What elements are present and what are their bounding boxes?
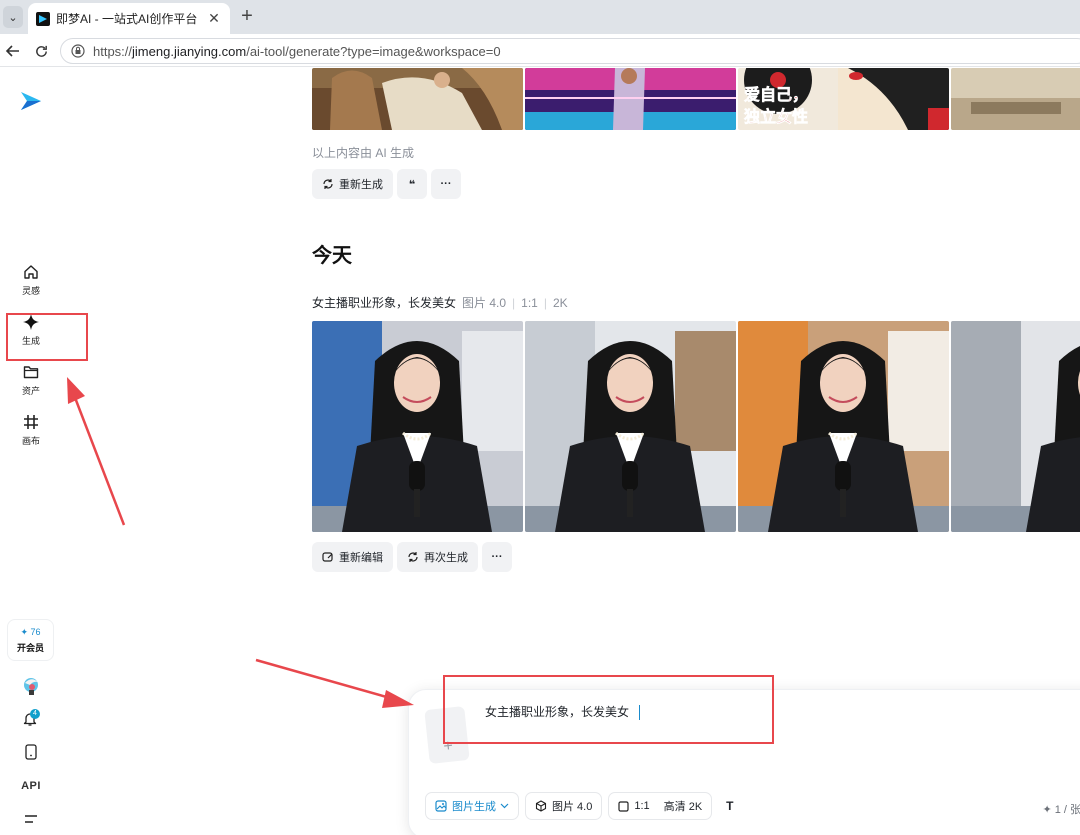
tab-list-chevron-icon[interactable]: ⌄ (3, 6, 23, 28)
address-bar: https://jimeng.jianying.com/ai-tool/gene… (0, 34, 1080, 67)
canvas-icon (23, 412, 39, 432)
divider: | (512, 295, 516, 310)
notification-badge: 4 (30, 709, 40, 719)
mobile-app-icon[interactable] (19, 740, 43, 764)
svg-text:独立女性: 独立女性 (744, 107, 808, 126)
sidebar-item-assets[interactable]: 资产 (8, 358, 54, 400)
api-label: API (21, 780, 41, 792)
generated-image[interactable] (525, 68, 736, 130)
aspect-ratio-icon (618, 800, 629, 812)
ratio-label: 1:1 (634, 800, 650, 812)
resolution-tag: 2K (552, 295, 568, 310)
url-field[interactable]: https://jimeng.jianying.com/ai-tool/gene… (60, 38, 1080, 64)
membership-credits-button[interactable]: ✦ 76 开会员 (7, 619, 54, 661)
chevron-down-icon (500, 800, 509, 812)
browser-tab-bar: ⌄ 即梦AI - 一站式AI创作平台 ✕ + (0, 0, 1080, 34)
reedit-button[interactable]: 重新编辑 (312, 542, 393, 572)
jimeng-favicon-icon (36, 11, 50, 26)
new-tab-plus-icon[interactable]: + (236, 6, 258, 28)
reload-icon[interactable] (30, 40, 52, 62)
ai-generated-note: 以上内容由 AI 生成 (312, 146, 415, 160)
regenerate-button[interactable]: 重新生成 (312, 169, 393, 199)
site-info-icon[interactable] (69, 42, 87, 60)
regenerate-label: 重新生成 (339, 179, 383, 191)
previous-image-row: 爱自己， 独立女性 (312, 68, 1080, 130)
quote-icon: ❝ (408, 178, 416, 191)
svg-text:爱自己，: 爱自己， (744, 85, 808, 104)
sidebar-item-label: 灵感 (21, 285, 40, 296)
home-icon (23, 262, 39, 282)
prompt-text[interactable]: 女主播职业形象，长发美女 (312, 294, 456, 311)
model-label: 图片 4.0 (552, 801, 593, 813)
refresh-icon (407, 551, 419, 563)
divider: | (543, 295, 547, 310)
text-style-icon: T (726, 799, 734, 813)
folder-icon (23, 362, 39, 382)
user-avatar[interactable] (19, 674, 43, 698)
model-select[interactable]: 图片 4.0 (525, 792, 603, 820)
generated-image[interactable] (525, 321, 736, 532)
generated-image[interactable] (951, 321, 1080, 532)
generated-image[interactable] (312, 68, 523, 130)
regenerate-again-button[interactable]: 再次生成 (397, 542, 478, 572)
menu-icon[interactable] (19, 807, 43, 831)
generated-image[interactable] (738, 321, 949, 532)
regenerate-again-label: 再次生成 (424, 552, 468, 564)
ratio-tag: 1:1 (521, 295, 538, 310)
sidebar-item-canvas[interactable]: 画布 (8, 408, 54, 450)
jimeng-logo-icon[interactable] (18, 88, 44, 114)
model-tag: 图片 4.0 (462, 296, 507, 310)
image-gen-icon (435, 800, 447, 812)
tab-close-icon[interactable]: ✕ (206, 10, 222, 27)
generation-prompt-line: 女主播职业形象，长发美女 图片 4.0 | 1:1 | 2K (312, 294, 568, 311)
generated-image[interactable] (312, 321, 523, 532)
mode-label: 图片生成 (452, 801, 496, 813)
ratio-quality-select[interactable]: 1:1 高清 2K (608, 792, 713, 820)
left-sidebar: 灵感 生成 资产 画布 ✦ 76 开会员 4 API (0, 68, 62, 835)
more-dots-icon: ··· (491, 551, 503, 563)
edit-icon (322, 551, 334, 563)
generated-image[interactable]: 爱自己， 独立女性 (738, 68, 949, 130)
text-tool-button[interactable]: T (718, 792, 742, 820)
more-button[interactable]: ··· (431, 169, 461, 199)
sidebar-item-label: 画布 (21, 435, 40, 446)
more-button[interactable]: ··· (482, 542, 512, 572)
previous-action-row: 重新生成 ❝ ··· (312, 169, 461, 199)
membership-label: 开会员 (16, 642, 44, 653)
browser-tab-active[interactable]: 即梦AI - 一站式AI创作平台 ✕ (28, 3, 230, 34)
back-arrow-icon[interactable] (2, 40, 24, 62)
api-link[interactable]: API (19, 774, 43, 798)
notification-button[interactable]: 4 (19, 706, 43, 730)
today-image-row (312, 321, 1080, 532)
quality-label: 高清 2K (663, 801, 703, 813)
quote-button[interactable]: ❝ (397, 169, 427, 199)
annotation-box-prompt (443, 675, 774, 744)
today-action-row: 重新编辑 再次生成 ··· (312, 542, 512, 572)
tab-title: 即梦AI - 一站式AI创作平台 (56, 12, 198, 26)
reedit-label: 重新编辑 (339, 552, 383, 564)
image-count[interactable]: ✦ 1 / 张 (1042, 801, 1080, 817)
sidebar-item-label: 资产 (21, 385, 40, 396)
credits-value: ✦ 76 (20, 626, 41, 637)
bell-icon: 4 (22, 709, 40, 727)
url-text: https://jimeng.jianying.com/ai-tool/gene… (93, 43, 501, 59)
composer-toolbar: 图片生成 图片 4.0 1:1 高清 2K T (425, 792, 742, 820)
refresh-icon (322, 178, 334, 190)
mode-select[interactable]: 图片生成 (425, 792, 519, 820)
sidebar-item-inspiration[interactable]: 灵感 (8, 258, 54, 300)
generated-image[interactable] (951, 68, 1080, 130)
cube-icon (535, 800, 547, 812)
section-title-today: 今天 (312, 245, 352, 267)
annotation-box-generate (6, 313, 88, 361)
more-dots-icon: ··· (440, 178, 452, 190)
